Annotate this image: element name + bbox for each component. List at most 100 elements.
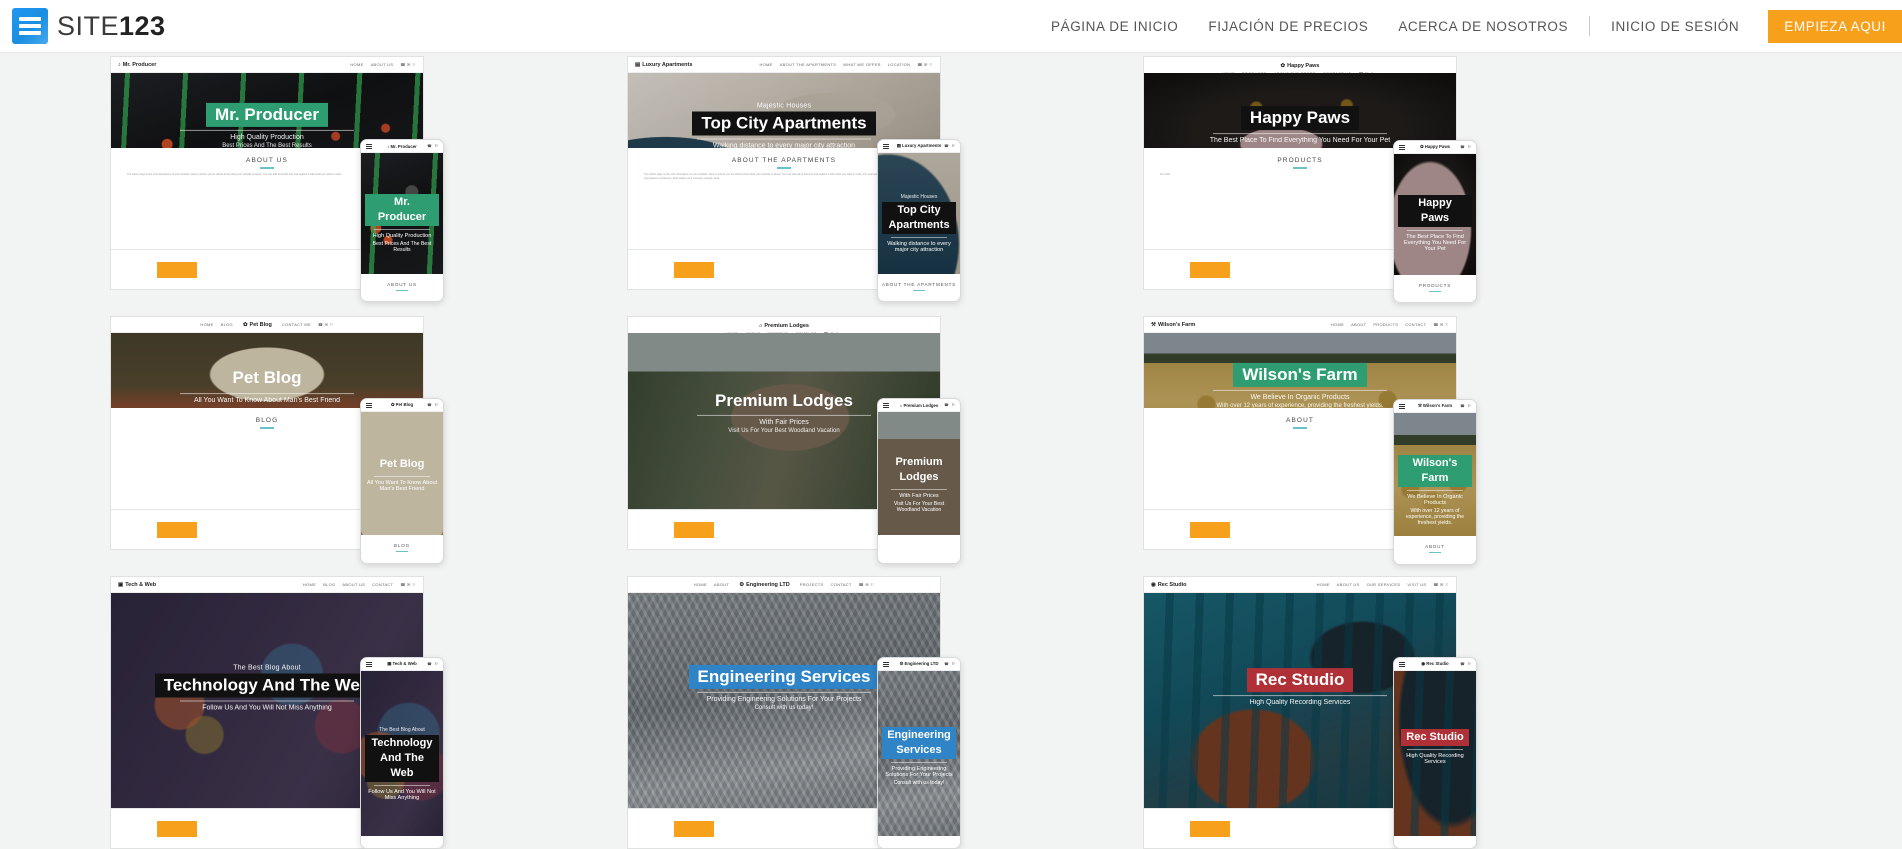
mobile-hero: Pet Blog All You Want To Know About Man'… [361, 412, 443, 535]
mobile-hero-title: Mr. Producer [365, 194, 439, 226]
hero-divider [179, 129, 355, 131]
logo-text-123: 123 [119, 10, 166, 41]
hero-title: Rec Studio [1246, 668, 1354, 692]
mobile-hero: Majestic Houses Top City Apartments Walk… [878, 153, 960, 274]
nav-login[interactable]: INICIO DE SESIÓN [1596, 19, 1754, 34]
mobile-preview-happy-paws[interactable]: ✿ Happy Paws ☎ ⚐ Happy Paws The Best Pla… [1393, 140, 1477, 303]
site-brand-name: Pet Blog [249, 321, 272, 328]
mobile-brand: ◉ Rec Studio [1421, 661, 1449, 666]
desktop-topbar: ♪ Mr. Producer HOME ABOUT US ☎ ✉ ⚐ [111, 57, 423, 73]
mobile-preview-luxury-apartments[interactable]: ▤ Luxury Apartments ☎ ⚐ Majestic Houses … [877, 139, 961, 302]
mobile-brand: ✿ Happy Paws [1419, 144, 1451, 149]
mobile-preview-mr-producer[interactable]: ♪ Mr. Producer ☎ ⚐ Mr. Producer High Qua… [360, 139, 444, 302]
mobile-topbar: ✿ Happy Paws ☎ ⚐ [1394, 141, 1476, 154]
view-button-mr-producer[interactable] [127, 266, 139, 274]
mobile-hero-subtitle: Walking distance to every major city att… [887, 240, 951, 253]
view-button-rec-studio[interactable] [1160, 825, 1172, 833]
view-button-happy-paws[interactable] [1160, 266, 1172, 274]
nav-about[interactable]: ACERCA DE NOSOTROS [1383, 19, 1583, 34]
choose-button-mr-producer[interactable] [157, 261, 197, 278]
mobile-social-icons: ☎ ⚐ [427, 144, 439, 148]
mobile-topbar: ⚒ Wilson's Farm ☎ ⚐ [1394, 400, 1476, 413]
mobile-hero-supertitle: Majestic Houses [900, 194, 938, 201]
mobile-brand: ⚙ Engineering LTD [899, 661, 939, 666]
choose-button-premium-lodges[interactable] [674, 521, 714, 538]
social-icons: ☎ ✉ ⚐ [400, 62, 416, 67]
get-started-button[interactable]: EMPIEZA AQUI [1768, 9, 1902, 43]
desktop-topbar: HOME ABOUT ⚙ Engineering LTD PROJECTS CONTA… [628, 577, 940, 593]
desktop-menu-item: CONTACT ME [281, 322, 311, 327]
mobile-hero-title: Engineering Services [882, 727, 956, 759]
mobile-about-section: ABOUT US [361, 274, 443, 296]
desktop-menu-item: ABOUT US [1336, 582, 1360, 587]
hamburger-menu-icon[interactable] [1399, 404, 1405, 410]
mobile-preview-engineering-ltd[interactable]: ⚙ Engineering LTD ☎ ⚐ Engineering Servic… [877, 657, 961, 849]
view-button-wilsons-farm[interactable] [1160, 526, 1172, 534]
choose-button-happy-paws[interactable] [1190, 261, 1230, 278]
view-button-luxury-apartments[interactable] [644, 266, 656, 274]
mobile-hero: Premium Lodges With Fair Prices Visit Us… [878, 412, 960, 535]
site-brand-name: Happy Paws [1287, 63, 1320, 69]
desktop-menu-item: HOME [1330, 322, 1345, 327]
desktop-menu-item: ABOUT US [370, 62, 394, 67]
hamburger-menu-icon[interactable] [1399, 145, 1405, 151]
choose-button-rec-studio[interactable] [1190, 820, 1230, 837]
mobile-preview-pet-blog[interactable]: ✿ Pet Blog ☎ ⚐ Pet Blog All You Want To … [360, 398, 444, 564]
hamburger-menu-icon[interactable] [883, 662, 889, 668]
mobile-hero-text: Wilson's Farm We Believe In Organic Prod… [1394, 454, 1476, 526]
nav-pricing[interactable]: FIJACIÓN DE PRECIOS [1193, 19, 1383, 34]
logo[interactable]: SITE123 [12, 8, 166, 44]
mobile-hero: Engineering Services Providing Engineeri… [878, 671, 960, 836]
mobile-social-icons: ☎ ⚐ [1460, 662, 1472, 666]
choose-button-luxury-apartments[interactable] [674, 261, 714, 278]
mobile-hero-supertitle: The Best Blog About [379, 727, 425, 734]
mobile-about-heading: ABOUT [1425, 544, 1445, 549]
hamburger-menu-icon[interactable] [1399, 662, 1405, 668]
view-button-pet-blog[interactable] [127, 526, 139, 534]
mobile-about-heading: PRODUCTS [1418, 283, 1452, 288]
mobile-preview-rec-studio[interactable]: ◉ Rec Studio ☎ ⚐ Rec Studio High Quality… [1393, 657, 1477, 849]
hamburger-menu-icon[interactable] [366, 144, 372, 150]
site-brand-name: Mr. Producer [122, 61, 157, 68]
mobile-topbar: ⚙ Engineering LTD ☎ ⚐ [878, 658, 960, 671]
lodge-icon: ⌂ [759, 323, 763, 329]
mobile-hero-text: Engineering Services Providing Engineeri… [878, 727, 960, 786]
hamburger-menu-icon[interactable] [366, 403, 372, 409]
desktop-menu-item: PROJECTS [799, 582, 824, 587]
mobile-preview-tech-and-web[interactable]: ▣ Tech & Web ☎ ⚐ The Best Blog About Tec… [360, 657, 444, 849]
social-icons: ☎ ✉ ⚐ [917, 62, 933, 67]
view-button-premium-lodges[interactable] [644, 526, 656, 534]
mobile-hero-subtitle: The Best Place To Find Everything You Ne… [1403, 233, 1467, 252]
mobile-hero-text: Pet Blog All You Want To Know About Man'… [361, 454, 443, 492]
view-button-tech-and-web[interactable] [127, 825, 139, 833]
hamburger-menu-icon[interactable] [883, 144, 889, 150]
choose-button-tech-and-web[interactable] [157, 820, 197, 837]
mobile-preview-wilsons-farm[interactable]: ⚒ Wilson's Farm ☎ ⚐ Wilson's Farm We Bel… [1393, 399, 1477, 565]
site-brand-name: Engineering LTD [746, 581, 790, 588]
hero-title: Wilson's Farm [1233, 363, 1367, 387]
site-brand-name: Rec Studio [1157, 581, 1187, 588]
choose-button-engineering-ltd[interactable] [674, 820, 714, 837]
mobile-brand: ⚒ Wilson's Farm [1417, 403, 1453, 408]
hamburger-menu-icon[interactable] [366, 662, 372, 668]
mobile-preview-premium-lodges[interactable]: ⌂ Premium Lodges ☎ ⚐ Premium Lodges With… [877, 398, 961, 564]
mobile-hero-divider [373, 228, 431, 230]
mobile-topbar: ▤ Luxury Apartments ☎ ⚐ [878, 140, 960, 153]
desktop-menu-left: HOME BLOG [200, 322, 233, 327]
view-button-engineering-ltd[interactable] [644, 825, 656, 833]
desktop-menu: HOME ABOUT THE APARTMENTS WHAT WE OFFER LOC… [759, 62, 933, 67]
mobile-social-icons: ☎ ⚐ [944, 662, 956, 666]
mobile-hero-subtitle: Follow Us And You Will Not Miss Anything [368, 788, 436, 801]
desktop-menu: HOME BLOG ABOUT US CONTACT ☎ ✉ ⚐ [303, 582, 416, 587]
mobile-hero-title: Technology And The Web [365, 735, 439, 782]
choose-button-pet-blog[interactable] [157, 521, 197, 538]
desktop-menu-item: CONTACT [1405, 322, 1427, 327]
social-icons: ☎ ✉ ⚐ [400, 582, 416, 587]
choose-button-wilsons-farm[interactable] [1190, 521, 1230, 538]
mobile-hero-subtitle-2: Consult with us today! [893, 779, 945, 786]
desktop-menu-item: ABOUT [1351, 322, 1367, 327]
hamburger-menu-icon[interactable] [883, 403, 889, 409]
mobile-about-heading: BLOG [394, 543, 410, 548]
mobile-hero-title: Wilson's Farm [1398, 454, 1472, 487]
nav-home[interactable]: PÁGINA DE INICIO [1036, 19, 1193, 34]
